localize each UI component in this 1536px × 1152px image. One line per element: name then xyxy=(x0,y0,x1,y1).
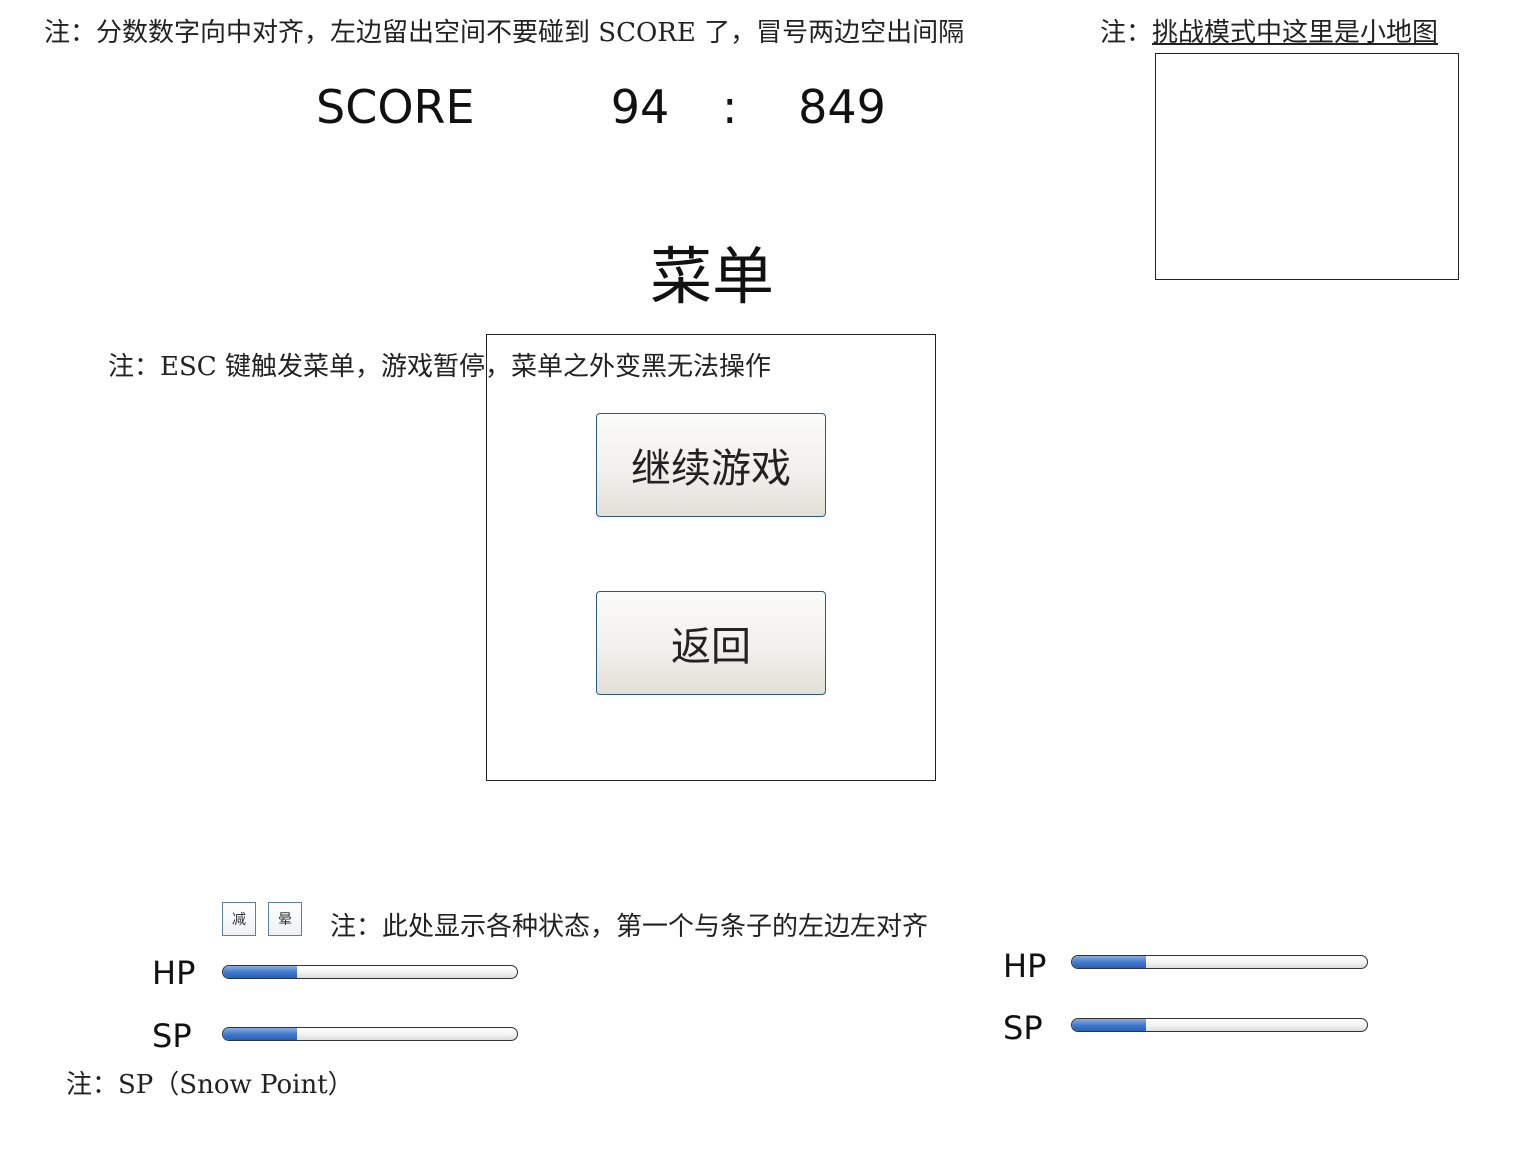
sp-note-text: 注：SP（Snow Point） xyxy=(66,1070,354,1100)
sp-note: 注：SP（Snow Point） xyxy=(66,1070,354,1101)
slow-status-glyph: 减 xyxy=(232,912,246,928)
right-hp-label: HP xyxy=(1003,947,1047,985)
status-note: 注：此处显示各种状态，第一个与条子的左边左对齐 xyxy=(330,912,929,942)
menu-panel xyxy=(486,334,936,781)
left-sp-bar-fill xyxy=(223,1028,297,1040)
stun-status-icon: 晕 xyxy=(268,902,302,936)
menu-title: 菜单 xyxy=(650,240,775,313)
minimap-note: 注：挑战模式中这里是小地图 xyxy=(1100,18,1438,49)
stun-status-glyph: 晕 xyxy=(278,912,292,928)
score-right-value: 849 xyxy=(798,80,886,134)
left-hp-bar xyxy=(222,965,518,979)
left-sp-label: SP xyxy=(152,1017,192,1055)
menu-note: 注：ESC 键触发菜单，游戏暂停，菜单之外变黑无法操作 xyxy=(108,352,771,382)
left-sp-bar xyxy=(222,1027,518,1041)
minimap-note-prefix: 注： xyxy=(1100,18,1153,48)
right-sp-bar-fill xyxy=(1072,1019,1146,1031)
minimap-note-link: 挑战模式中这里是小地图 xyxy=(1152,18,1439,48)
left-hp-bar-fill xyxy=(223,966,297,978)
score-note-text: 注：分数数字向中对齐，左边留出空间不要碰到 SCORE 了，冒号两边空出间隔 xyxy=(44,18,965,48)
back-button[interactable]: 返回 xyxy=(596,591,826,695)
continue-game-button[interactable]: 继续游戏 xyxy=(596,413,826,517)
right-hp-bar-fill xyxy=(1072,956,1146,968)
left-hp-label: HP xyxy=(152,954,196,992)
right-sp-bar xyxy=(1071,1018,1368,1032)
score-left-value: 94 xyxy=(610,80,670,134)
score-note: 注：分数数字向中对齐，左边留出空间不要碰到 SCORE 了，冒号两边空出间隔 xyxy=(44,18,964,49)
slow-status-icon: 减 xyxy=(222,902,256,936)
minimap xyxy=(1155,53,1459,280)
right-sp-label: SP xyxy=(1003,1009,1043,1047)
score-label: SCORE xyxy=(316,80,475,134)
score-separator: : xyxy=(722,80,738,134)
right-hp-bar xyxy=(1071,955,1368,969)
